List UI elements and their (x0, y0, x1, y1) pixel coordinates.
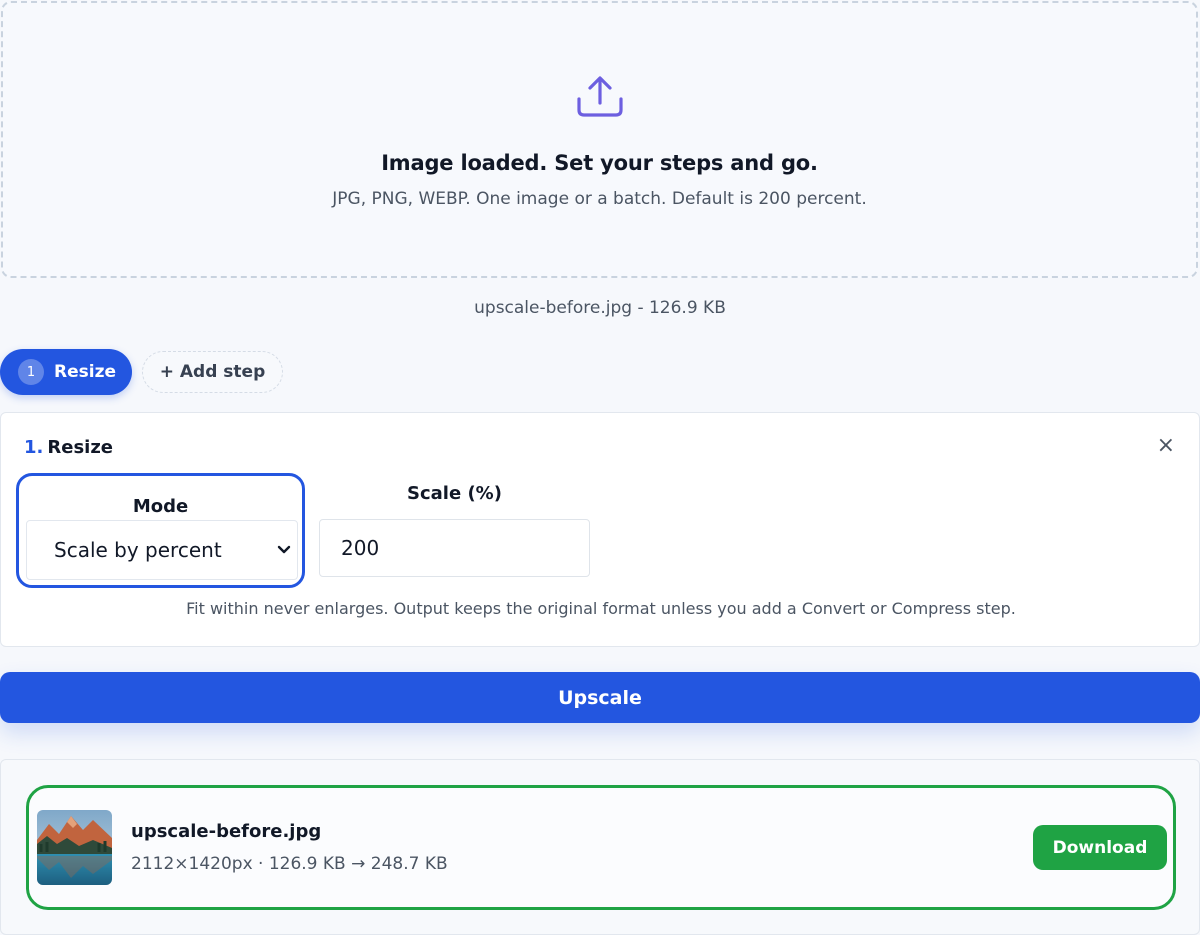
dropzone-subtitle: JPG, PNG, WEBP. One image or a batch. De… (332, 189, 867, 209)
file-summary: upscale-before.jpg - 126.9 KB (474, 298, 726, 318)
step-card-number: 1. (24, 437, 44, 458)
add-step-button[interactable]: + Add step (142, 351, 283, 393)
results-panel: upscale-before.jpg 2112×1420px · 126.9 K… (0, 759, 1200, 935)
step-tab-resize[interactable]: 1 Resize (0, 349, 132, 395)
resize-step-card: 1. Resize × Mode Scale by percent Scale (… (0, 412, 1200, 647)
result-file-meta: 2112×1420px · 126.9 KB → 248.7 KB (131, 854, 448, 874)
scale-label: Scale (%) (407, 483, 502, 504)
step-card-title: 1. Resize (24, 437, 113, 458)
download-button[interactable]: Download (1033, 825, 1167, 870)
mode-field-focus-ring: Mode Scale by percent (16, 473, 305, 588)
result-file-name: upscale-before.jpg (131, 821, 322, 842)
mode-select-value: Scale by percent (54, 538, 222, 562)
upscale-button[interactable]: Upscale (0, 672, 1200, 723)
upload-icon (576, 76, 623, 117)
dropzone-title: Image loaded. Set your steps and go. (381, 151, 818, 175)
step-hint-text: Fit within never enlarges. Output keeps … (186, 599, 1016, 618)
step-number-badge: 1 (18, 359, 44, 385)
scale-input[interactable]: 200 (319, 519, 590, 577)
step-tab-label: Resize (54, 362, 116, 382)
mode-label: Mode (132, 496, 189, 517)
mode-select[interactable]: Scale by percent (26, 520, 298, 580)
result-item: upscale-before.jpg 2112×1420px · 126.9 K… (26, 785, 1176, 910)
result-thumbnail (37, 810, 112, 885)
chevron-down-icon (277, 545, 291, 554)
step-card-title-text: Resize (47, 437, 114, 458)
close-icon[interactable]: × (1157, 435, 1175, 457)
upload-dropzone[interactable]: Image loaded. Set your steps and go. JPG… (1, 1, 1198, 278)
